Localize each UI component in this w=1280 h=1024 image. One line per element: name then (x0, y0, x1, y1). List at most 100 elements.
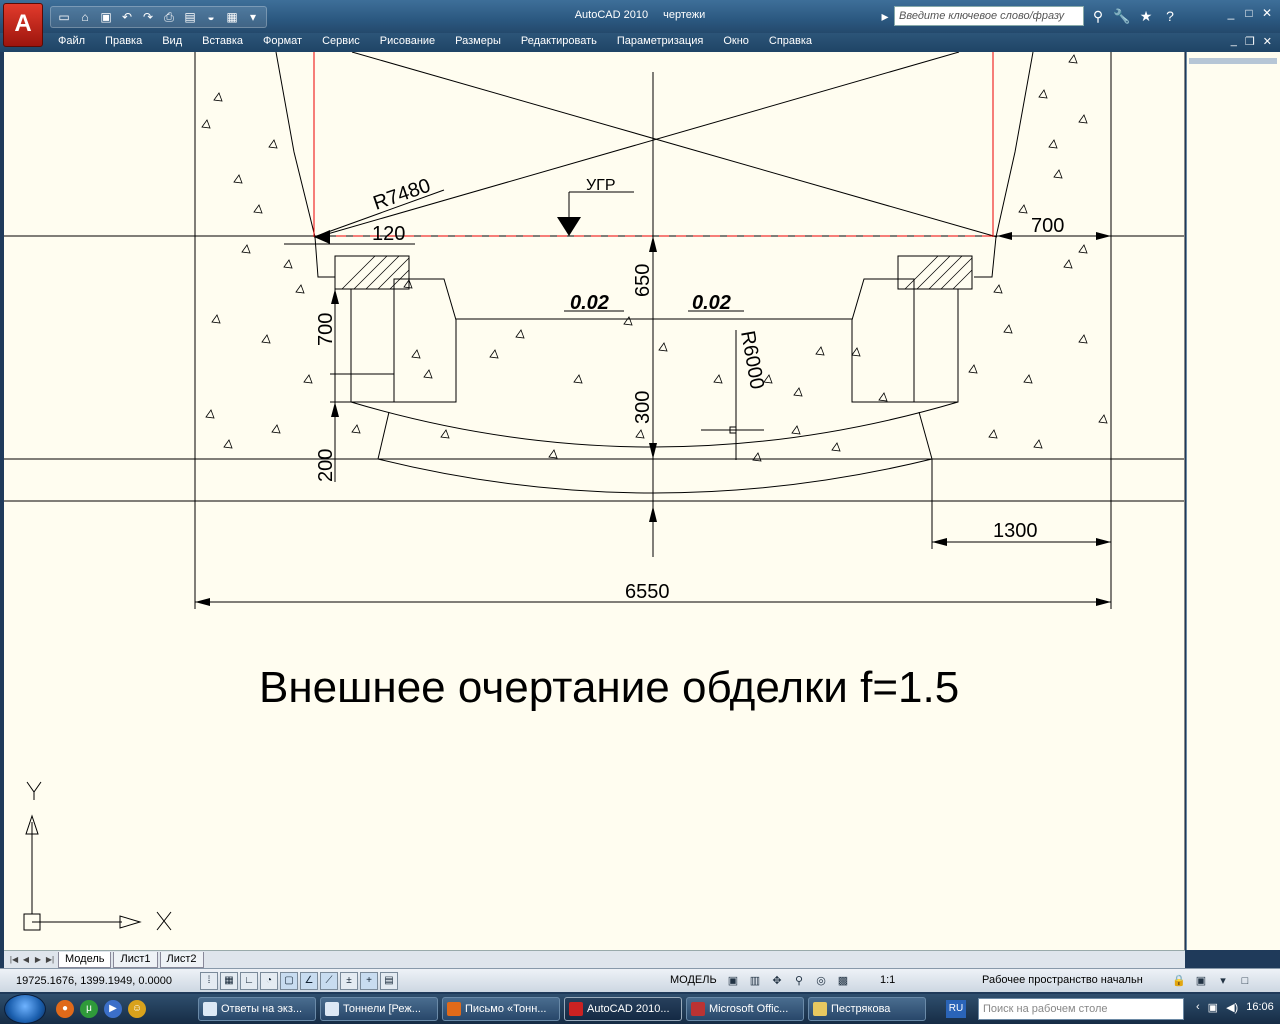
clock[interactable]: 16:06 (1246, 1001, 1274, 1014)
pan-icon[interactable]: ✥ (768, 972, 786, 990)
menu-dimension[interactable]: Размеры (445, 33, 511, 52)
close-icon[interactable]: ✕ (1260, 6, 1274, 20)
wall-right (974, 52, 1034, 278)
last-tab-icon[interactable]: ▶| (44, 953, 56, 967)
firefox-icon (447, 1002, 461, 1016)
invert-outer (377, 458, 933, 494)
menu-insert[interactable]: Вставка (192, 33, 253, 52)
binoculars-icon[interactable]: ⚲ (1088, 6, 1108, 26)
task-ms-office[interactable]: Microsoft Offic... (686, 997, 804, 1021)
help-icon[interactable]: ? (1160, 6, 1180, 26)
curb-left (334, 255, 410, 290)
minimize-icon[interactable]: _ (1224, 6, 1238, 20)
quick-view-drawings-icon[interactable]: ▥ (746, 972, 764, 990)
start-button[interactable] (4, 994, 46, 1024)
model-space-label[interactable]: МОДЕЛЬ (670, 974, 717, 986)
menu-view[interactable]: Вид (152, 33, 192, 52)
save-icon[interactable]: ▣ (97, 9, 115, 25)
print-icon[interactable]: ⎙ (160, 9, 178, 25)
messenger-icon[interactable]: ☺ (128, 1000, 146, 1018)
task-folder[interactable]: Пестрякова (808, 997, 926, 1021)
system-tray: ‹ ▣ ◀) 16:06 (1196, 1001, 1274, 1014)
utorrent-icon[interactable]: μ (80, 1000, 98, 1018)
app-title: AutoCAD 2010 (574, 9, 649, 21)
dim-text-120: 120 (372, 223, 405, 245)
expand-arrow-icon[interactable]: ▸ (880, 6, 890, 26)
doc-minimize-icon[interactable]: _ (1231, 35, 1237, 48)
workspace-icon[interactable]: ▦ (223, 9, 241, 25)
menu-parametric[interactable]: Параметризация (607, 33, 713, 52)
tab-model[interactable]: Модель (58, 951, 112, 968)
qp-icon[interactable]: ▤ (380, 972, 398, 990)
prev-tab-icon[interactable]: ◀ (20, 953, 32, 967)
menu-edit[interactable]: Правка (95, 33, 152, 52)
steeringwheel-icon[interactable]: ◎ (812, 972, 830, 990)
doc-close-icon[interactable]: ✕ (1263, 35, 1272, 48)
coordinate-readout[interactable]: 19725.1676, 1399.1949, 0.0000 (16, 975, 172, 987)
task-word-answers[interactable]: Ответы на экз... (198, 997, 316, 1021)
tab-layout1[interactable]: Лист1 (113, 951, 158, 968)
wall-left (275, 52, 335, 278)
network-icon[interactable]: ▣ (1208, 1001, 1218, 1014)
annotation-scale[interactable]: 1:1 (880, 974, 895, 986)
tab-layout2[interactable]: Лист2 (159, 951, 204, 968)
favorites-star-icon[interactable]: ★ (1136, 6, 1156, 26)
application-menu-button[interactable]: A (3, 3, 43, 47)
showmotion-icon[interactable]: ▩ (834, 972, 852, 990)
drawing-canvas[interactable]: R7480 120 700 УГР 650 0.02 0.02 700 R600… (4, 52, 1185, 950)
polar-icon[interactable]: ◔ (260, 972, 278, 990)
panel-scrollbar[interactable] (1189, 58, 1277, 64)
menu-modify[interactable]: Редактировать (511, 33, 607, 52)
new-icon[interactable]: ▭ (55, 9, 73, 25)
firefox-icon[interactable]: ● (56, 1000, 74, 1018)
zoom-icon[interactable]: ⚲ (790, 972, 808, 990)
clean-screen-icon[interactable]: □ (1236, 972, 1254, 990)
maximize-icon[interactable]: □ (1242, 6, 1256, 20)
navigation-tools: ▣ ▥ ✥ ⚲ ◎ ▩ (724, 972, 852, 990)
hardware-accel-icon[interactable]: ▣ (1192, 972, 1210, 990)
cross-line-a (351, 52, 998, 238)
menu-format[interactable]: Формат (253, 33, 312, 52)
media-player-icon[interactable]: ▶ (104, 1000, 122, 1018)
task-label: Ответы на экз... (221, 1003, 303, 1015)
lock-icon[interactable]: 🔒 (1170, 972, 1188, 990)
menu-help[interactable]: Справка (759, 33, 822, 52)
task-word-tunnels[interactable]: Тоннели [Реж... (320, 997, 438, 1021)
volume-icon[interactable]: ◀) (1226, 1001, 1238, 1014)
subscription-icon[interactable]: 🔧 (1112, 6, 1132, 26)
redo-icon[interactable]: ↷ (139, 9, 157, 25)
workspace-switch[interactable]: Рабочее пространство начальн (982, 974, 1143, 986)
slope-label-left: 0.02 (570, 292, 609, 314)
grid-icon[interactable]: ▦ (220, 972, 238, 990)
desktop-search-input[interactable]: Поиск на рабочем столе (978, 998, 1184, 1020)
ducs-icon[interactable]: ⟋ (320, 972, 338, 990)
undo-icon[interactable]: ↶ (118, 9, 136, 25)
open-icon[interactable]: ⌂ (76, 9, 94, 25)
dyn-icon[interactable]: ± (340, 972, 358, 990)
task-autocad[interactable]: AutoCAD 2010... (564, 997, 682, 1021)
task-label: Письмо «Тонн... (465, 1003, 547, 1015)
menu-window[interactable]: Окно (713, 33, 759, 52)
task-firefox-mail[interactable]: Письмо «Тонн... (442, 997, 560, 1021)
snap-icon[interactable]: ⁞ (200, 972, 218, 990)
otrack-icon[interactable]: ∠ (300, 972, 318, 990)
osnap-icon[interactable]: ▢ (280, 972, 298, 990)
quick-launch: ● μ ▶ ☺ (56, 1000, 146, 1018)
tray-arrow-icon[interactable]: ‹ (1196, 1001, 1200, 1014)
lineweight-icon[interactable]: + (360, 972, 378, 990)
invert-edge-left (377, 411, 390, 460)
plot-icon[interactable]: ▤ (181, 9, 199, 25)
status-menu-icon[interactable]: ▾ (1214, 972, 1232, 990)
quick-view-layouts-icon[interactable]: ▣ (724, 972, 742, 990)
doc-restore-icon[interactable]: ❐ (1245, 35, 1255, 48)
keyword-search-input[interactable]: Введите ключевое слово/фразу (894, 6, 1084, 26)
menu-tools[interactable]: Сервис (312, 33, 370, 52)
qat-dropdown-icon[interactable]: ▾ (244, 9, 262, 25)
menu-draw[interactable]: Рисование (370, 33, 445, 52)
next-tab-icon[interactable]: ▶ (32, 953, 44, 967)
ortho-icon[interactable]: ∟ (240, 972, 258, 990)
first-tab-icon[interactable]: |◀ (8, 953, 20, 967)
language-indicator[interactable]: RU (946, 1000, 966, 1018)
publish-icon[interactable]: ◒ (202, 9, 220, 25)
menu-file[interactable]: Файл (48, 33, 95, 52)
